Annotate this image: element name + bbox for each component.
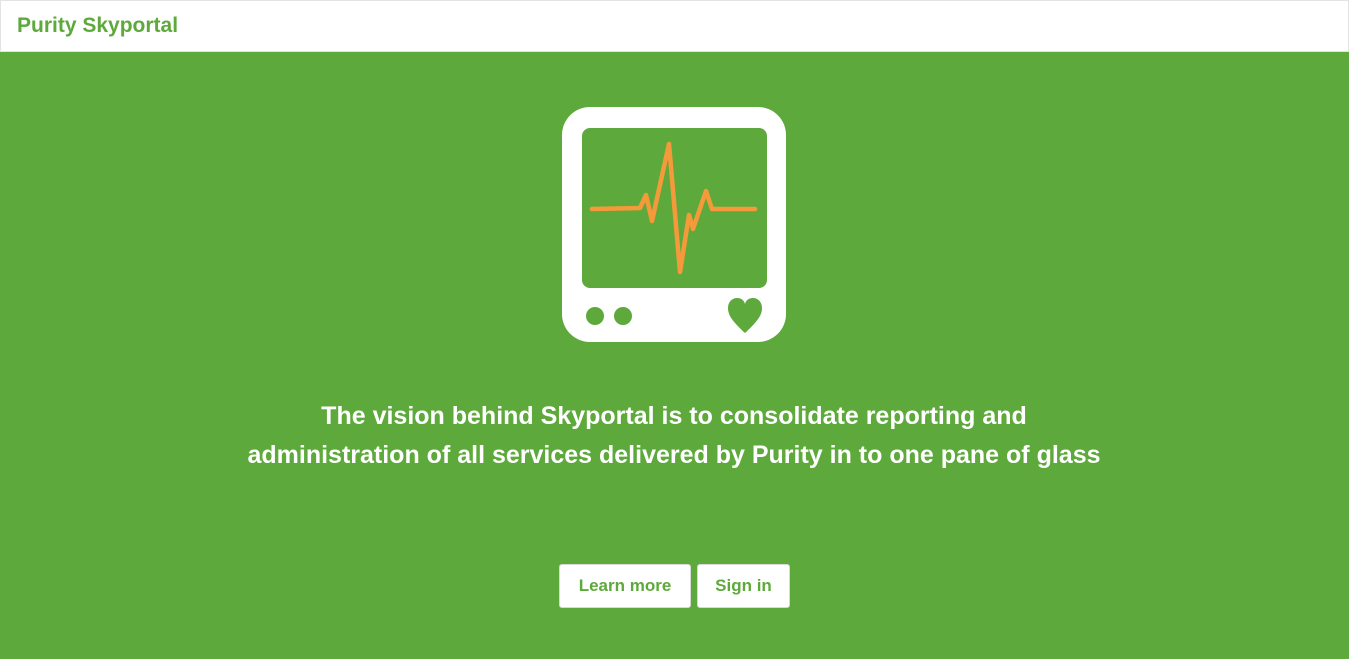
sign-in-button[interactable]: Sign in <box>697 564 790 608</box>
hero-tagline: The vision behind Skyportal is to consol… <box>247 402 1101 469</box>
monitor-dot-left <box>586 307 604 325</box>
heart-monitor-icon <box>562 107 786 342</box>
learn-more-button[interactable]: Learn more <box>559 564 691 608</box>
hero-actions: Learn more Sign in <box>559 564 790 608</box>
hero-section: The vision behind Skyportal is to consol… <box>0 52 1349 659</box>
top-navbar: Purity Skyportal <box>0 0 1349 52</box>
monitor-dot-right <box>614 307 632 325</box>
brand-link[interactable]: Purity Skyportal <box>17 13 178 39</box>
